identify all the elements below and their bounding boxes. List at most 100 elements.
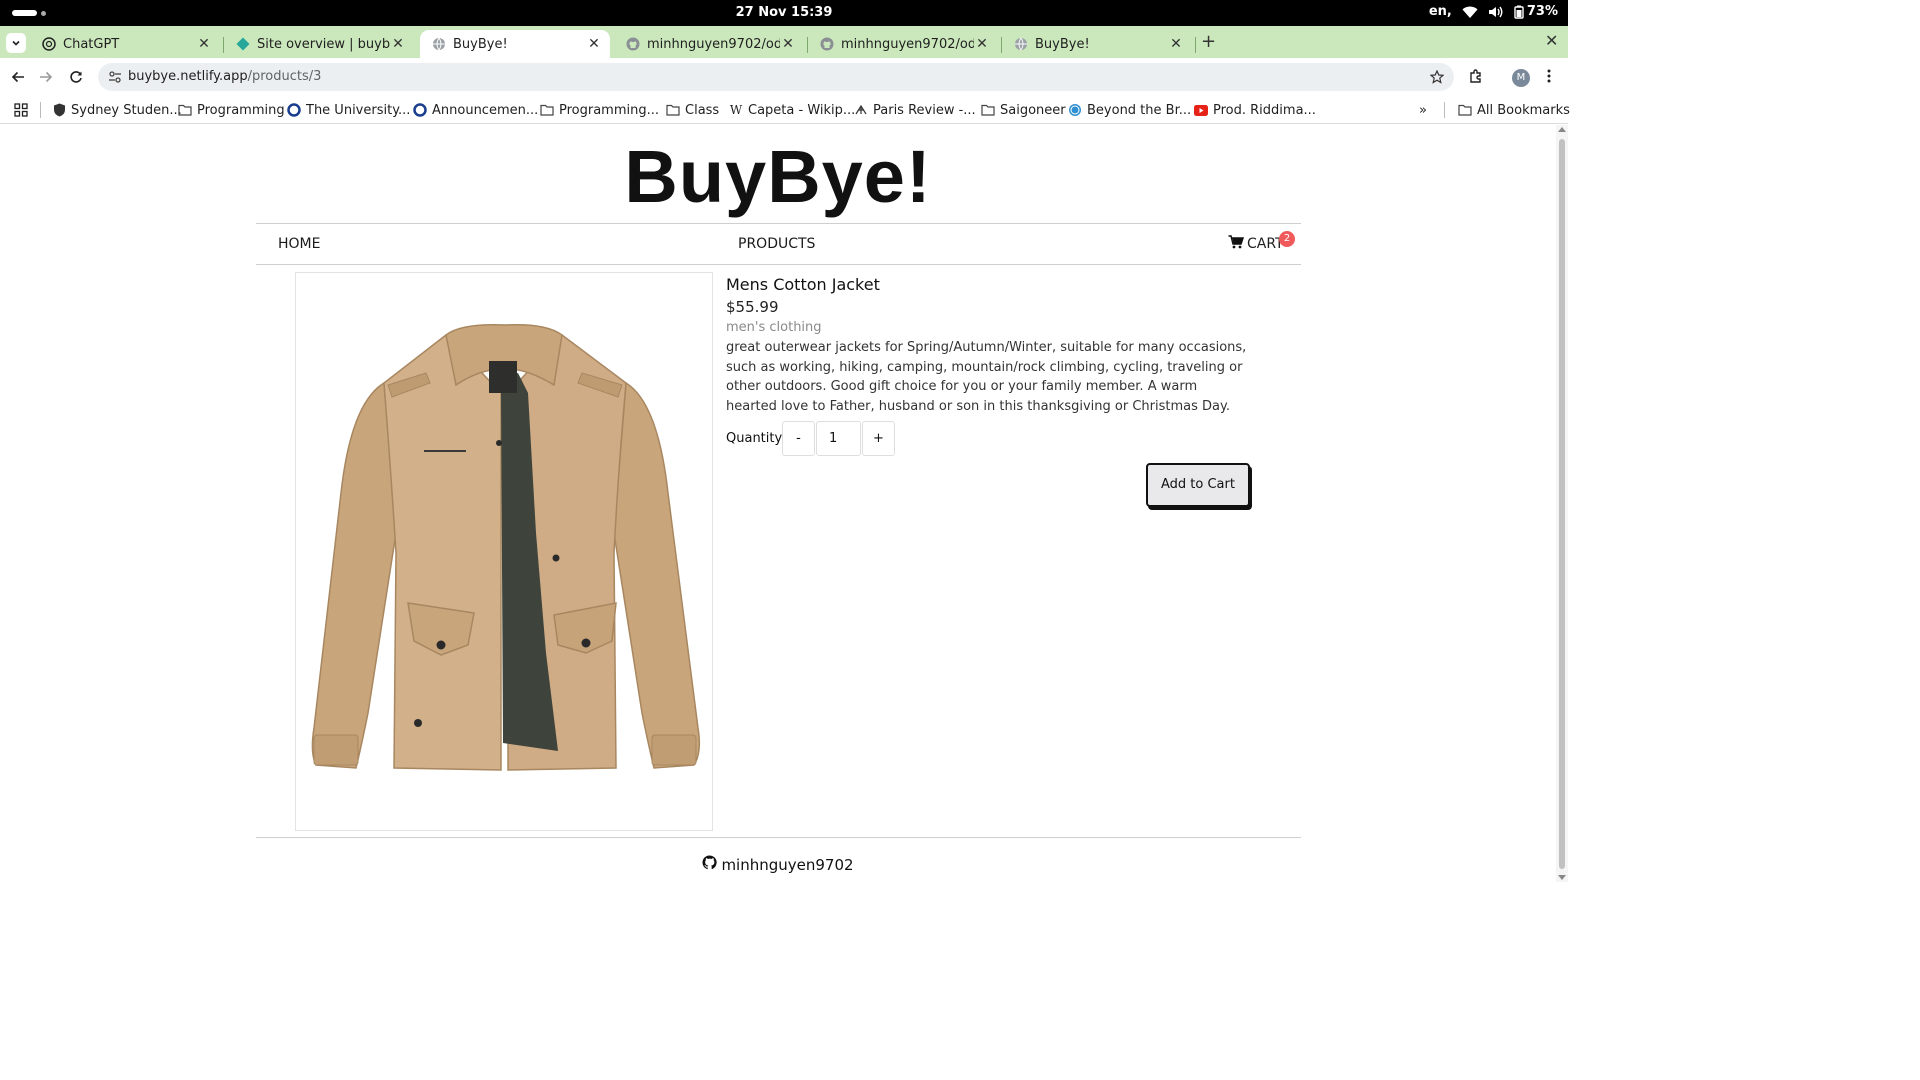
bookmark-label: Programming (197, 102, 285, 118)
close-icon[interactable]: ✕ (586, 36, 602, 52)
bookmark-item[interactable]: Sydney Studen... (52, 100, 182, 120)
reload-icon[interactable] (67, 68, 85, 86)
shield-icon (52, 103, 66, 117)
tab-title: minhnguyen9702/odin-c (841, 36, 974, 52)
bookmark-label: Saigoneer (1000, 102, 1066, 118)
all-bookmarks-folder[interactable]: All Bookmarks (1458, 100, 1570, 120)
forward-icon[interactable] (37, 68, 55, 86)
apps-grid-icon[interactable] (14, 100, 28, 120)
tab-buybye-2[interactable]: BuyBye! ✕ (1002, 30, 1192, 58)
product-title: Mens Cotton Jacket (726, 275, 880, 294)
browser-toolbar: buybye.netlify.app/products/3 (0, 58, 1568, 96)
tab-title: BuyBye! (453, 36, 508, 52)
wikipedia-icon: W (729, 103, 743, 117)
add-to-cart-button[interactable]: Add to Cart (1146, 463, 1250, 507)
address-bar[interactable]: buybye.netlify.app/products/3 (98, 63, 1454, 91)
url-path: /products/3 (247, 69, 322, 84)
bookmark-folder[interactable]: Programming... (540, 100, 659, 120)
bookmark-item[interactable]: Paris Review -... (854, 100, 976, 120)
bookmark-folder[interactable]: Saigoneer (981, 100, 1066, 120)
close-icon[interactable]: ✕ (390, 36, 406, 52)
nav-top-divider (256, 223, 1301, 224)
product-image (295, 272, 713, 831)
battery-status[interactable]: 73% (1514, 4, 1558, 19)
chevron-down-icon (12, 40, 20, 46)
bookmark-label: Announcemen... (432, 102, 539, 118)
close-icon[interactable]: ✕ (974, 36, 990, 52)
nav-home-link[interactable]: HOME (278, 236, 320, 252)
tab-buybye-active[interactable]: BuyBye! ✕ (420, 30, 610, 58)
extensions-icon[interactable] (1468, 68, 1484, 88)
globe-icon (432, 37, 446, 51)
github-icon (702, 855, 718, 874)
scrollbar-thumb[interactable] (1559, 139, 1565, 869)
bookmarks-divider (1444, 102, 1445, 118)
footer: minhnguyen9702 (0, 855, 1556, 874)
tab-title: Site overview | buybye | N (257, 36, 390, 52)
tab-title: BuyBye! (1035, 36, 1090, 52)
quantity-decrement-button[interactable]: - (782, 421, 815, 456)
bookmark-star-icon[interactable] (1429, 69, 1445, 88)
bookmark-label: The University... (306, 102, 411, 118)
bookmark-item[interactable]: The University... (287, 100, 410, 120)
page-scrollbar[interactable] (1556, 125, 1568, 882)
wifi-icon[interactable] (1462, 5, 1478, 19)
wordpress-icon (1068, 103, 1082, 117)
github-username-link[interactable]: minhnguyen9702 (721, 856, 853, 874)
os-status-bar: 27 Nov 15:39 en, 73% (0, 0, 1568, 26)
window-close-icon[interactable]: ✕ (1545, 31, 1558, 50)
tab-netlify[interactable]: Site overview | buybye | N ✕ (224, 30, 414, 58)
back-icon[interactable] (9, 68, 27, 86)
circle-icon (287, 103, 301, 117)
profile-avatar[interactable]: M (1512, 69, 1530, 87)
tab-divider (1195, 37, 1196, 53)
menu-kebab-icon[interactable] (1544, 68, 1554, 88)
bookmark-folder[interactable]: Class (666, 100, 719, 120)
github-icon (626, 37, 640, 51)
clock[interactable]: 27 Nov 15:39 (0, 5, 1568, 20)
folder-icon (540, 103, 554, 117)
site-settings-icon[interactable] (108, 69, 122, 88)
tab-chatgpt[interactable]: ChatGPT ✕ (30, 30, 220, 58)
tab-search-button[interactable] (6, 33, 26, 53)
folder-icon (1458, 103, 1472, 117)
nav-cart-link[interactable]: CART (1228, 235, 1284, 253)
bookmark-folder[interactable]: Programming (178, 100, 285, 120)
scroll-up-arrow-icon[interactable] (1558, 127, 1566, 132)
all-bookmarks-label: All Bookmarks (1477, 102, 1570, 118)
close-icon[interactable]: ✕ (196, 36, 212, 52)
bookmark-item[interactable]: Prod. Riddima... (1194, 100, 1316, 120)
site-logo[interactable]: BuyBye! (0, 133, 1556, 221)
new-tab-button[interactable]: + (1201, 31, 1216, 53)
close-icon[interactable]: ✕ (780, 36, 796, 52)
chatgpt-icon (42, 37, 56, 51)
bookmark-item[interactable]: W Capeta - Wikip... (729, 100, 855, 120)
folder-icon (178, 103, 192, 117)
youtube-icon (1194, 103, 1208, 117)
folder-icon (981, 103, 995, 117)
quantity-label: Quantity: (726, 431, 786, 446)
bookmarks-divider (40, 102, 41, 118)
bookmark-label: Programming... (559, 102, 660, 118)
bookmark-label: Paris Review -... (873, 102, 976, 118)
bookmark-item[interactable]: Announcemen... (413, 100, 538, 120)
cart-icon (1228, 235, 1245, 253)
volume-icon[interactable] (1488, 5, 1504, 19)
quantity-input[interactable]: 1 (816, 421, 861, 456)
quantity-increment-button[interactable]: + (862, 421, 895, 456)
more-bookmarks-chevron-icon[interactable]: » (1419, 100, 1427, 120)
close-icon[interactable]: ✕ (1168, 36, 1184, 52)
nav-products-link[interactable]: PRODUCTS (738, 236, 815, 252)
folder-icon (666, 103, 680, 117)
web-page: BuyBye! HOME PRODUCTS CART 2 Mens Cotton… (0, 125, 1556, 882)
tab-github-odin-c[interactable]: minhnguyen9702/odin-c ✕ (808, 30, 998, 58)
bookmark-label: Class (685, 102, 720, 118)
battery-icon (1514, 5, 1524, 19)
nav-bottom-divider (256, 264, 1301, 265)
tab-github-odin-s[interactable]: minhnguyen9702/odin-s ✕ (614, 30, 804, 58)
scroll-down-arrow-icon[interactable] (1558, 875, 1566, 880)
bookmark-item[interactable]: Beyond the Br... (1068, 100, 1191, 120)
input-language[interactable]: en, (1429, 4, 1452, 19)
tab-title: minhnguyen9702/odin-s (647, 36, 780, 52)
bookmark-label: Capeta - Wikip... (748, 102, 856, 118)
